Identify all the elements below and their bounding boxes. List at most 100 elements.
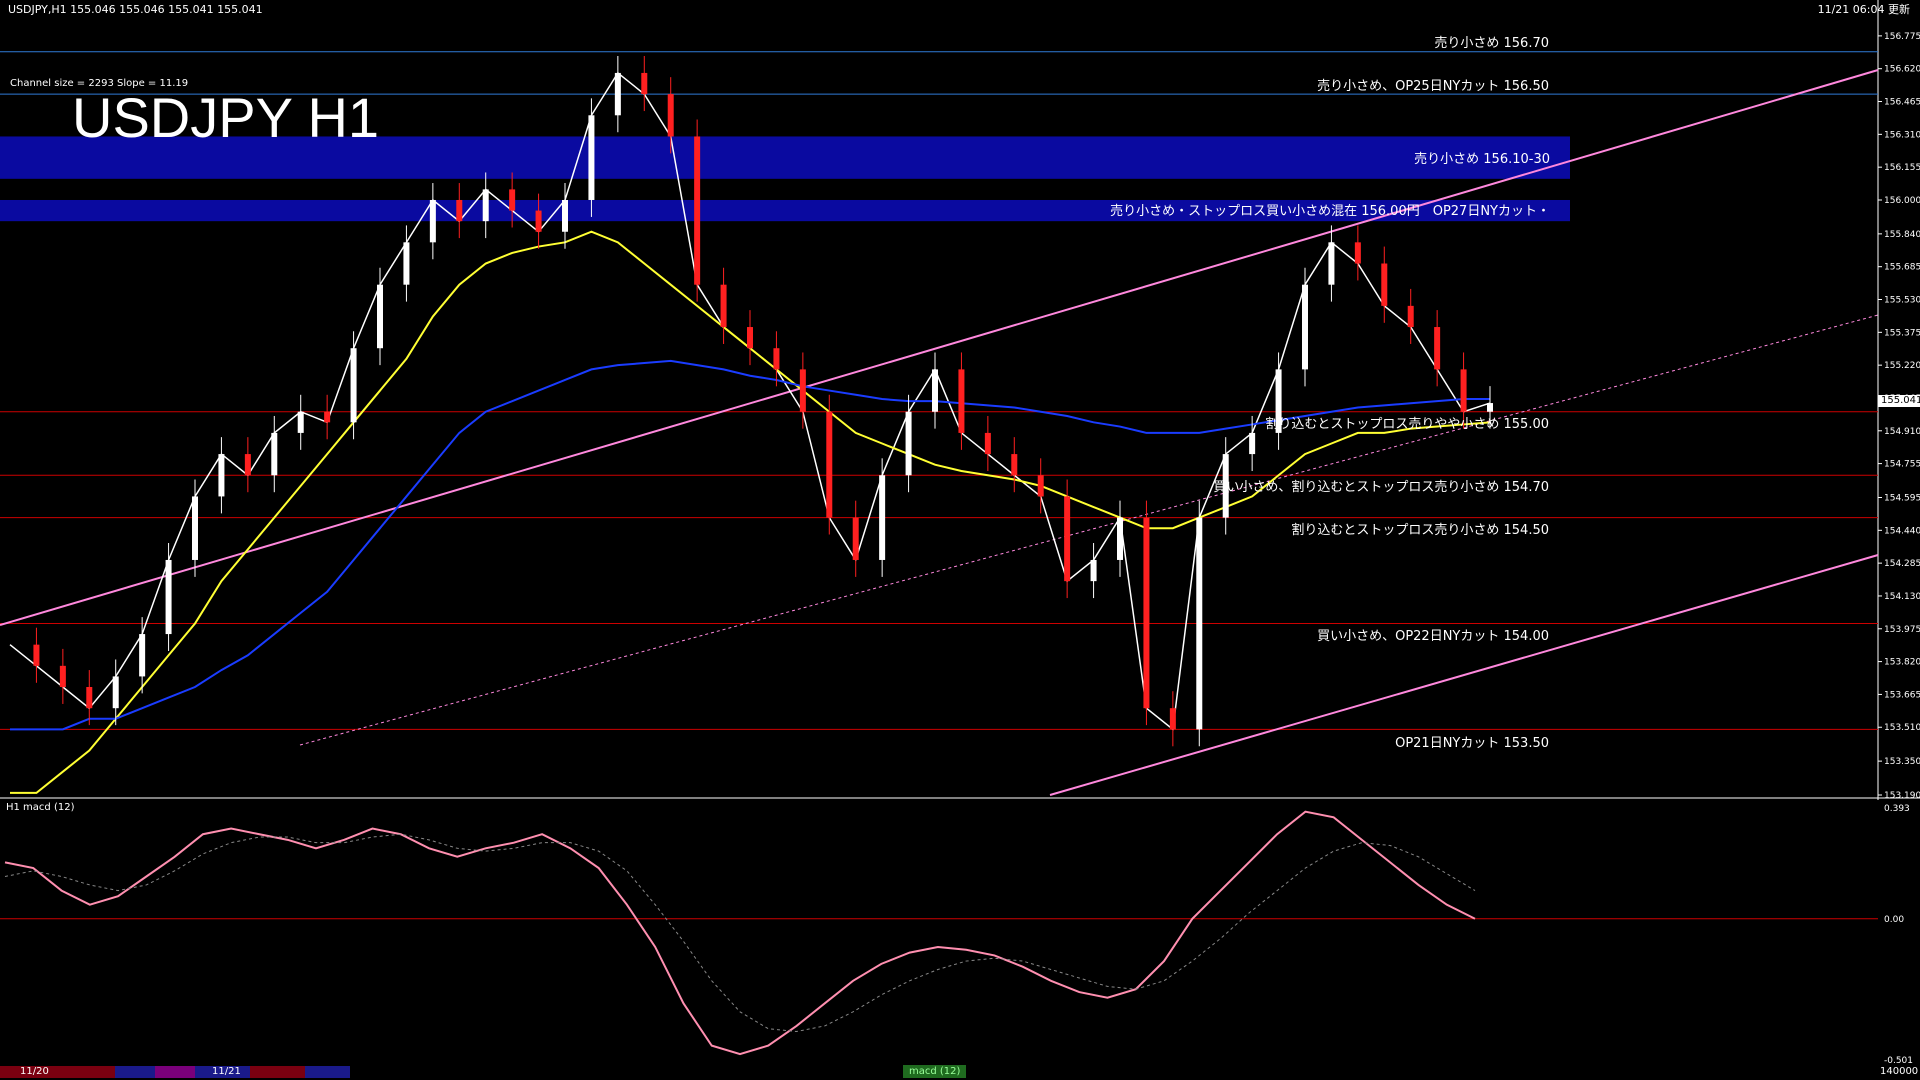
channel-lower [1049, 554, 1879, 796]
y-tick-label-18: 153.975 [1884, 625, 1920, 635]
level-label-15500: 割り込むとストップロス売りやや小さめ 155.00 [1265, 417, 1549, 432]
candle-body-55 [1460, 369, 1467, 412]
candle-body-9 [244, 454, 251, 476]
channel-mid [299, 314, 1879, 746]
current-price-tag: 155.041 [1878, 395, 1920, 407]
level-label-15470: 買い小さめ、割り込むとストップロス売り小さめ 154.70 [1213, 480, 1549, 495]
level-label-15670: 売り小さめ 156.70 [1434, 36, 1549, 51]
macd-tick-label-2: -0.501 [1884, 1056, 1913, 1066]
candle-body-3 [86, 687, 93, 709]
macd-tick-label-1: 0.00 [1884, 915, 1904, 925]
candle-body-25 [667, 94, 674, 137]
y-tick-label-20: 153.665 [1884, 690, 1920, 700]
candle-body-37 [984, 432, 991, 455]
candle-body-10 [271, 432, 278, 476]
y-tick-label-1: 156.620 [1884, 65, 1920, 75]
macd-series-1 [4, 833, 1476, 1033]
candle-body-54 [1434, 327, 1441, 370]
y-tick-label-5: 156.000 [1884, 196, 1920, 206]
y-tick-label-21: 153.510 [1884, 723, 1920, 733]
candle-body-30 [799, 369, 806, 412]
candle-body-19 [509, 189, 516, 211]
candle-body-14 [377, 284, 383, 349]
candle-body-40 [1064, 496, 1071, 582]
y-tick-label-0: 156.775 [1884, 32, 1920, 42]
candle-body-8 [218, 454, 225, 497]
level-label-15400: 買い小さめ、OP22日NYカット 154.00 [1317, 629, 1549, 644]
candle-body-34 [905, 411, 912, 476]
y-tick-label-4: 156.155 [1884, 163, 1920, 173]
candle-body-45 [1196, 517, 1203, 730]
candle-body-18 [482, 189, 489, 222]
macd-axis-bottom: 140000 [1880, 1066, 1919, 1077]
macd-title: H1 macd (12) [6, 802, 75, 813]
candle-body-20 [535, 210, 542, 232]
candle-body-21 [562, 199, 568, 232]
candle-body-51 [1354, 242, 1361, 264]
candle-body-5 [139, 634, 146, 677]
y-tick-label-12: 154.910 [1884, 427, 1920, 437]
chart-title: USDJPY H1 [72, 86, 380, 149]
candle-body-1 [33, 644, 40, 666]
candle-body-7 [192, 496, 198, 560]
zone-label-1: 売り小さめ 156.10-30 [1414, 152, 1550, 167]
y-tick-label-6: 155.840 [1884, 230, 1920, 240]
candle-body-38 [1011, 454, 1018, 476]
y-tick-label-14: 154.595 [1884, 493, 1920, 503]
tab-macd[interactable]: macd (12) [903, 1065, 967, 1078]
candle-body-16 [429, 199, 436, 243]
y-tick-label-19: 153.820 [1884, 658, 1920, 668]
candle-body-13 [350, 348, 357, 423]
y-tick-label-2: 156.465 [1884, 98, 1920, 108]
zone-label-2: 売り小さめ・ストップロス買い小さめ混在 156.00円 OP27日NYカット・ [1110, 204, 1550, 219]
symbol-info: USDJPY,H1 155.046 155.046 155.041 155.04… [8, 3, 263, 16]
macd-tick-label-0: 0.393 [1884, 804, 1910, 814]
y-tick-label-22: 153.350 [1884, 757, 1920, 767]
candle-body-22 [588, 115, 595, 200]
candle-body-56 [1487, 403, 1493, 412]
candle-body-44 [1169, 708, 1176, 730]
y-tick-label-16: 154.285 [1884, 559, 1920, 569]
y-tick-label-23: 153.190 [1884, 791, 1920, 800]
timestamp: 11/21 06:04 更新 [1817, 3, 1910, 16]
candle-body-52 [1381, 263, 1388, 306]
candle-body-23 [614, 72, 621, 116]
candle-body-6 [165, 559, 172, 635]
session-strip [0, 1066, 350, 1078]
candle-body-2 [59, 665, 66, 688]
candle-body-50 [1328, 242, 1335, 285]
candle-body-4 [112, 676, 119, 709]
candle-body-43 [1143, 517, 1150, 709]
candle-body-33 [879, 475, 886, 560]
candle-body-49 [1302, 284, 1308, 370]
candle-body-17 [456, 199, 463, 222]
candle-body-41 [1090, 559, 1097, 582]
candle-body-31 [826, 411, 833, 518]
candle-body-32 [852, 517, 859, 560]
x-label-1120: 11/20 [20, 1066, 49, 1077]
candle-body-35 [932, 369, 938, 412]
candle-body-26 [694, 136, 701, 285]
candle-body-15 [403, 242, 410, 285]
y-tick-label-13: 154.755 [1884, 460, 1920, 470]
level-label-15350: OP21日NYカット 153.50 [1395, 736, 1549, 751]
y-tick-label-7: 155.685 [1884, 263, 1920, 273]
candle-body-39 [1037, 475, 1044, 497]
y-tick-label-10: 155.220 [1884, 361, 1920, 371]
candle-body-47 [1249, 432, 1256, 455]
x-label-1121: 11/21 [212, 1066, 241, 1077]
candle-body-36 [958, 369, 965, 433]
level-label-15650: 売り小さめ、OP25日NYカット 156.50 [1317, 79, 1549, 94]
level-label-15450: 割り込むとストップロス売り小さめ 154.50 [1291, 523, 1549, 538]
candle-body-11 [297, 411, 304, 433]
y-tick-label-9: 155.375 [1884, 328, 1920, 338]
candle-body-42 [1117, 517, 1123, 560]
candle-body-24 [641, 72, 648, 95]
candle-body-53 [1407, 305, 1414, 328]
candle-body-27 [720, 284, 727, 328]
y-tick-label-15: 154.440 [1884, 526, 1920, 536]
candle-body-12 [324, 411, 331, 423]
macd-series-0 [4, 810, 1476, 1056]
y-tick-label-8: 155.530 [1884, 296, 1920, 306]
candle-body-28 [747, 327, 753, 349]
